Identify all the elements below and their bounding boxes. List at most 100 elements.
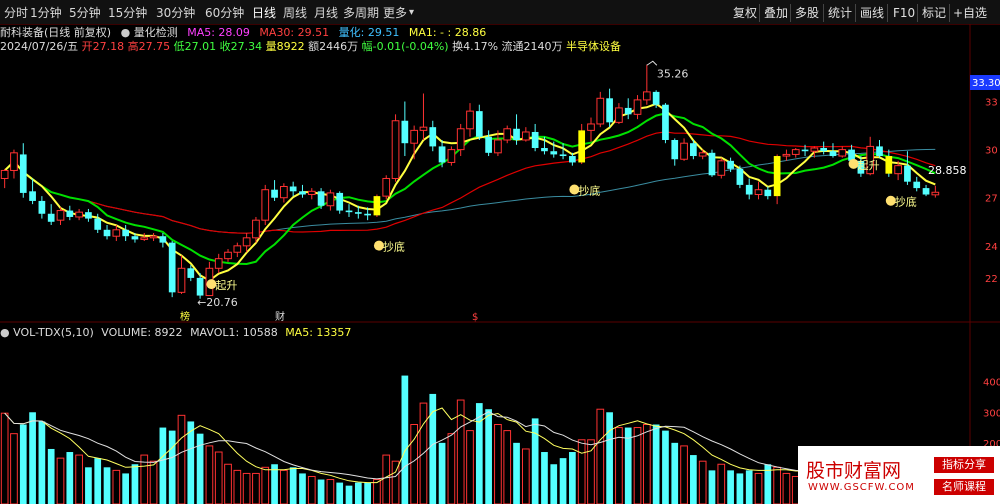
volume-bar: [736, 473, 744, 504]
volume-bar: [671, 442, 679, 504]
volume-bar: [633, 427, 642, 504]
settings-circle-icon[interactable]: ●: [121, 26, 131, 39]
candle-body: [196, 277, 204, 296]
volume-bar: [410, 424, 419, 504]
f10-button[interactable]: F10: [893, 5, 915, 21]
candle-body: [419, 126, 428, 131]
multi-stock-button[interactable]: 多股: [795, 5, 819, 21]
volume-bar: [187, 421, 195, 504]
volume-bar: [541, 452, 548, 504]
volume-tick-label: 400: [983, 378, 1000, 389]
tab-daily[interactable]: 日线: [252, 5, 276, 21]
tab-multi-period[interactable]: 多周期: [343, 5, 379, 21]
tab-15min[interactable]: 15分钟: [108, 5, 147, 21]
ma5-line: [4, 102, 936, 282]
volume-bar: [606, 412, 613, 504]
volume-bar: [214, 451, 223, 504]
tab-fenshi[interactable]: 分时: [4, 5, 28, 21]
vol-indicator-name[interactable]: VOL-TDX(5,10): [13, 326, 94, 339]
settings-circle-icon[interactable]: ●: [0, 326, 10, 339]
tab-60min[interactable]: 60分钟: [205, 5, 244, 21]
overlay-button[interactable]: 叠加: [764, 5, 788, 21]
ma30-line: [4, 131, 936, 234]
candle-body: [373, 196, 381, 216]
candle-body: [698, 152, 707, 157]
volume-bar: [354, 482, 362, 504]
toolbar: 分时 1分钟 5分钟 15分钟 30分钟 60分钟 日线 周线 月线 多周期 更…: [0, 0, 1000, 25]
fuquan-button[interactable]: 复权: [733, 5, 757, 21]
candle-body: [280, 186, 288, 199]
coin-icon: [885, 195, 896, 206]
chevron-down-icon[interactable]: ▾: [409, 5, 414, 21]
volume-bar: [382, 454, 391, 504]
tab-monthly[interactable]: 月线: [314, 5, 338, 21]
candle-body: [10, 152, 18, 171]
volume-bar: [38, 421, 46, 504]
quote-turnover: 换4.17%: [452, 40, 499, 53]
tab-30min[interactable]: 30分钟: [156, 5, 195, 21]
candle-body: [596, 97, 605, 125]
candle-body: [642, 91, 651, 101]
last-price-label: 28.858: [928, 164, 967, 177]
ma1-label: MA1: - : 28.86: [408, 26, 487, 39]
volume-bar: [196, 433, 204, 504]
event-marker-report: 财: [275, 310, 285, 323]
high-price-annotation: 35.26: [657, 67, 689, 80]
lianghua-label: 量化: 29.51: [338, 26, 400, 39]
mark-button[interactable]: 标记: [922, 5, 946, 21]
draw-line-button[interactable]: 画线: [860, 5, 884, 21]
volume-bar: [624, 427, 632, 504]
price-tick-label: 33: [985, 98, 998, 109]
signal-label: 起升: [858, 159, 880, 172]
volume-bar: [596, 408, 605, 504]
candle-body: [521, 131, 530, 141]
candle-body: [429, 127, 437, 147]
candle-body: [633, 99, 642, 115]
volume-bar: [317, 479, 325, 504]
candle-body: [754, 189, 763, 196]
candle-body: [801, 149, 809, 152]
statistics-button[interactable]: 统计: [828, 5, 852, 21]
candle-body: [187, 268, 195, 278]
volume-info-row: ● VOL-TDX(5,10) VOLUME: 8922 MAVOL1: 105…: [0, 326, 351, 340]
candle-body: [615, 107, 623, 123]
tab-1min[interactable]: 1分钟: [30, 5, 62, 21]
kline-chart[interactable]: 333027242233.30400300200 35.26←20.7628.8…: [0, 0, 1000, 504]
high-marker: [646, 60, 658, 66]
candle-body: [19, 154, 27, 193]
volume-bar: [485, 409, 492, 504]
volume-bar: [66, 452, 74, 504]
quote-float: 流通2140万: [501, 40, 563, 53]
quote-sector[interactable]: 半导体设备: [566, 40, 621, 53]
candle-body: [0, 169, 9, 179]
volume-bar: [550, 464, 558, 504]
volume-bar: [680, 445, 688, 504]
tab-weekly[interactable]: 周线: [283, 5, 307, 21]
tab-more[interactable]: 更多: [383, 5, 407, 21]
coin-icon: [848, 158, 859, 169]
candle-body: [149, 235, 158, 239]
candle-body: [326, 192, 335, 207]
volume-bar: [475, 403, 483, 504]
watermark-tag-course: 名师课程: [934, 479, 994, 495]
volume-bar: [782, 472, 791, 504]
candle-body: [690, 143, 697, 157]
quote-high: 高27.75: [127, 40, 171, 53]
candle-body: [503, 128, 512, 141]
vol-ma5-line: [4, 407, 927, 484]
volume-bar: [373, 479, 381, 504]
indicator-name[interactable]: 量化检测: [134, 26, 178, 39]
candle-body: [838, 149, 847, 157]
quote-amount: 额2446万: [308, 40, 359, 53]
vol-ma10-line: [4, 411, 927, 480]
candle-body: [913, 181, 921, 189]
candle-body: [764, 189, 772, 197]
price-tick-label: 30: [985, 146, 998, 157]
add-watchlist-button[interactable]: +自选: [953, 5, 987, 21]
candle-body: [569, 156, 576, 163]
candle-body: [829, 151, 837, 157]
candle-body: [680, 142, 688, 160]
candle-body: [466, 110, 474, 130]
volume-tick-label: 300: [983, 408, 1000, 419]
tab-5min[interactable]: 5分钟: [69, 5, 101, 21]
